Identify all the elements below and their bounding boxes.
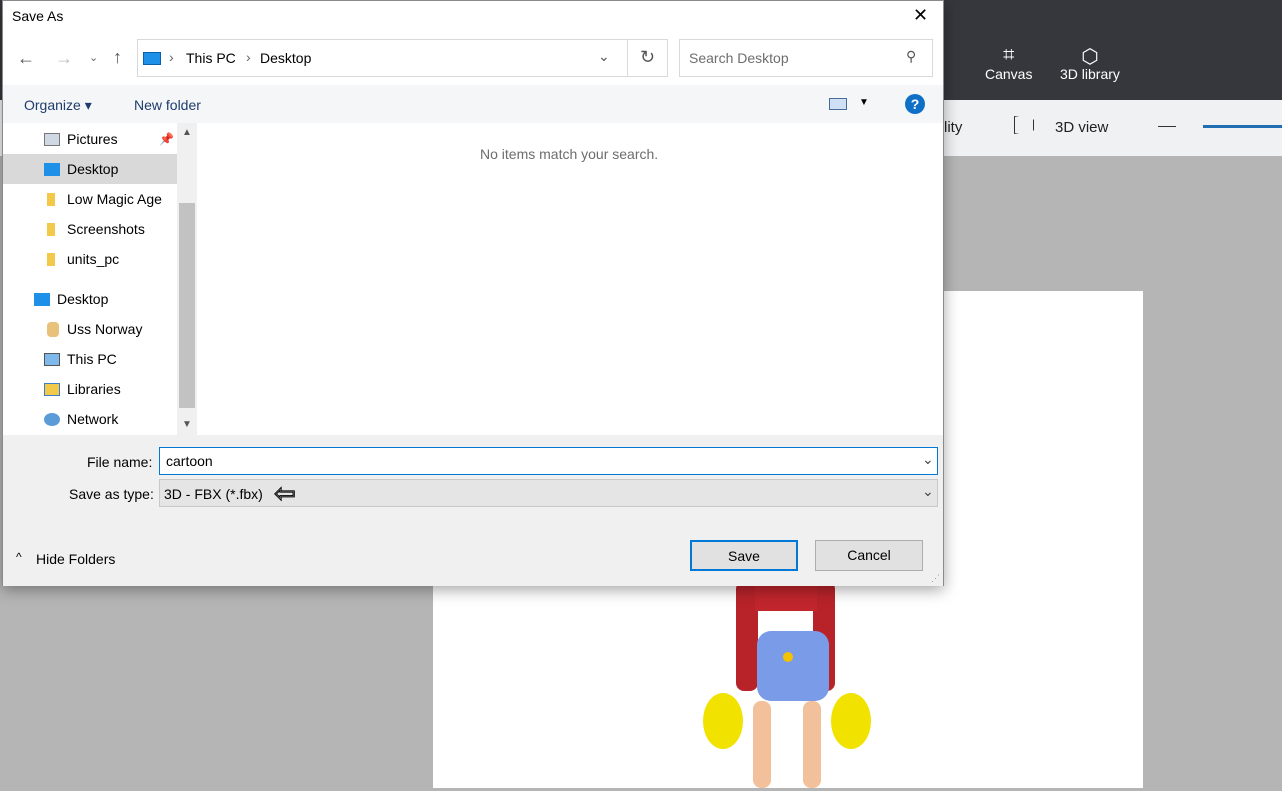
- file-name-input[interactable]: cartoon ⌄: [159, 447, 938, 475]
- chevron-down-icon[interactable]: ⌄: [922, 483, 934, 500]
- save-type-select[interactable]: 3D - FBX (*.fbx) ⇦ ⌄: [159, 478, 938, 509]
- nav-label: This PC: [67, 351, 117, 367]
- 3d-view-button[interactable]: 3D view: [1055, 119, 1108, 136]
- nav-item-units-pc[interactable]: units_pc: [3, 244, 177, 274]
- search-icon: ⚲: [906, 48, 917, 64]
- save-button[interactable]: Save: [690, 540, 798, 571]
- breadcrumb-desktop[interactable]: Desktop: [260, 50, 311, 66]
- user-icon: [47, 322, 59, 337]
- save-panel: File name: cartoon ⌄ Save as type: 3D - …: [3, 435, 943, 586]
- libraries-icon: [44, 383, 60, 396]
- resize-grip-icon[interactable]: ⋰: [931, 573, 940, 584]
- nav-item-network[interactable]: Network: [3, 404, 177, 434]
- network-icon: [44, 413, 60, 426]
- cancel-button[interactable]: Cancel: [815, 540, 923, 571]
- save-as-dialog: Save As ✕ ← → ⌄ ↑ › This PC › Desktop ⌄ …: [2, 0, 944, 586]
- save-type-value: 3D - FBX (*.fbx): [164, 486, 263, 502]
- folder-icon: [47, 253, 55, 266]
- address-dropdown-icon[interactable]: ⌄: [598, 48, 610, 65]
- view-dropdown-icon[interactable]: ▼: [859, 97, 869, 108]
- nav-item-pictures[interactable]: Pictures 📌: [3, 124, 177, 154]
- folder-icon: [47, 193, 55, 206]
- chevron-up-icon[interactable]: ^: [16, 550, 22, 564]
- file-list[interactable]: No items match your search.: [197, 123, 943, 435]
- nav-item-low-magic-age[interactable]: Low Magic Age: [3, 184, 177, 214]
- zoom-slider[interactable]: [1203, 125, 1282, 128]
- close-button[interactable]: ✕: [913, 5, 928, 26]
- back-icon[interactable]: ←: [17, 48, 35, 69]
- command-bar: Organize ▾ New folder ▼ ?: [3, 85, 943, 123]
- forward-icon[interactable]: →: [55, 48, 73, 69]
- file-name-value: cartoon: [166, 453, 213, 469]
- address-bar[interactable]: › This PC › Desktop ⌄ ↻: [137, 39, 668, 77]
- pc-icon: [44, 353, 60, 366]
- scroll-thumb[interactable]: [179, 203, 195, 408]
- pin-icon[interactable]: 📌: [159, 124, 174, 154]
- pictures-icon: [44, 133, 60, 146]
- desktop-icon: [34, 293, 50, 306]
- nav-label: units_pc: [67, 251, 120, 267]
- nav-item-screenshots[interactable]: Screenshots: [3, 214, 177, 244]
- nav-item-desktop[interactable]: Desktop: [3, 154, 177, 184]
- empty-message: No items match your search.: [480, 146, 659, 162]
- scroll-up-icon[interactable]: ▲: [182, 127, 192, 138]
- nav-item-uss-norway[interactable]: Uss Norway: [3, 314, 177, 344]
- search-placeholder: Search Desktop: [689, 50, 789, 66]
- nav-label: Desktop: [57, 291, 109, 307]
- nav-label: Screenshots: [67, 221, 145, 237]
- folder-icon: [47, 223, 55, 236]
- 3d-library-button[interactable]: ⬡ 3D library: [1060, 44, 1120, 82]
- save-type-label: Save as type:: [69, 486, 154, 502]
- organize-menu[interactable]: Organize ▾: [24, 97, 92, 114]
- chevron-down-icon[interactable]: ⌄: [922, 451, 934, 468]
- nav-label: Uss Norway: [67, 321, 143, 337]
- nav-item-libraries[interactable]: Libraries: [3, 374, 177, 404]
- new-folder-button[interactable]: New folder: [134, 97, 201, 113]
- nav-item-desktop-root[interactable]: Desktop: [3, 284, 177, 314]
- file-name-label: File name:: [87, 454, 153, 470]
- recent-chevron-icon[interactable]: ⌄: [89, 51, 98, 64]
- up-icon[interactable]: ↑: [113, 47, 122, 68]
- pc-icon: [143, 52, 161, 65]
- search-input[interactable]: Search Desktop ⚲: [679, 39, 933, 77]
- canvas-label: Canvas: [985, 66, 1033, 82]
- visibility-label[interactable]: lity: [944, 119, 962, 136]
- zoom-out-icon[interactable]: [1158, 126, 1176, 127]
- 3d-view-icon: [1014, 116, 1034, 134]
- view-options-icon[interactable]: [829, 98, 847, 110]
- nav-label: Low Magic Age: [67, 191, 162, 207]
- cube-icon: ⬡: [1081, 46, 1099, 68]
- desktop-icon: [44, 163, 60, 176]
- scroll-down-icon[interactable]: ▼: [182, 419, 192, 430]
- nav-label: Network: [67, 411, 119, 427]
- navigation-pane: Pictures 📌 Desktop Low Magic Age Screensh…: [3, 123, 197, 435]
- refresh-icon[interactable]: ↻: [640, 47, 655, 68]
- breadcrumb-separator: ›: [246, 49, 251, 65]
- canvas-icon: ⌗: [1003, 44, 1015, 66]
- hide-folders-button[interactable]: Hide Folders: [36, 551, 115, 567]
- nav-item-this-pc[interactable]: This PC: [3, 344, 177, 374]
- breadcrumb-separator: ›: [169, 49, 174, 65]
- nav-label: Pictures: [67, 131, 118, 147]
- library-label: 3D library: [1060, 66, 1120, 82]
- arrow-annotation-icon: ⇦: [274, 478, 297, 509]
- nav-label: Libraries: [67, 381, 121, 397]
- dialog-title: Save As: [12, 8, 64, 24]
- divider: [627, 39, 628, 77]
- nav-scrollbar[interactable]: ▲ ▼: [177, 123, 197, 435]
- breadcrumb-this-pc[interactable]: This PC: [186, 50, 236, 66]
- nav-label: Desktop: [67, 161, 119, 177]
- help-button[interactable]: ?: [905, 94, 925, 114]
- canvas-button[interactable]: ⌗ Canvas: [985, 44, 1032, 82]
